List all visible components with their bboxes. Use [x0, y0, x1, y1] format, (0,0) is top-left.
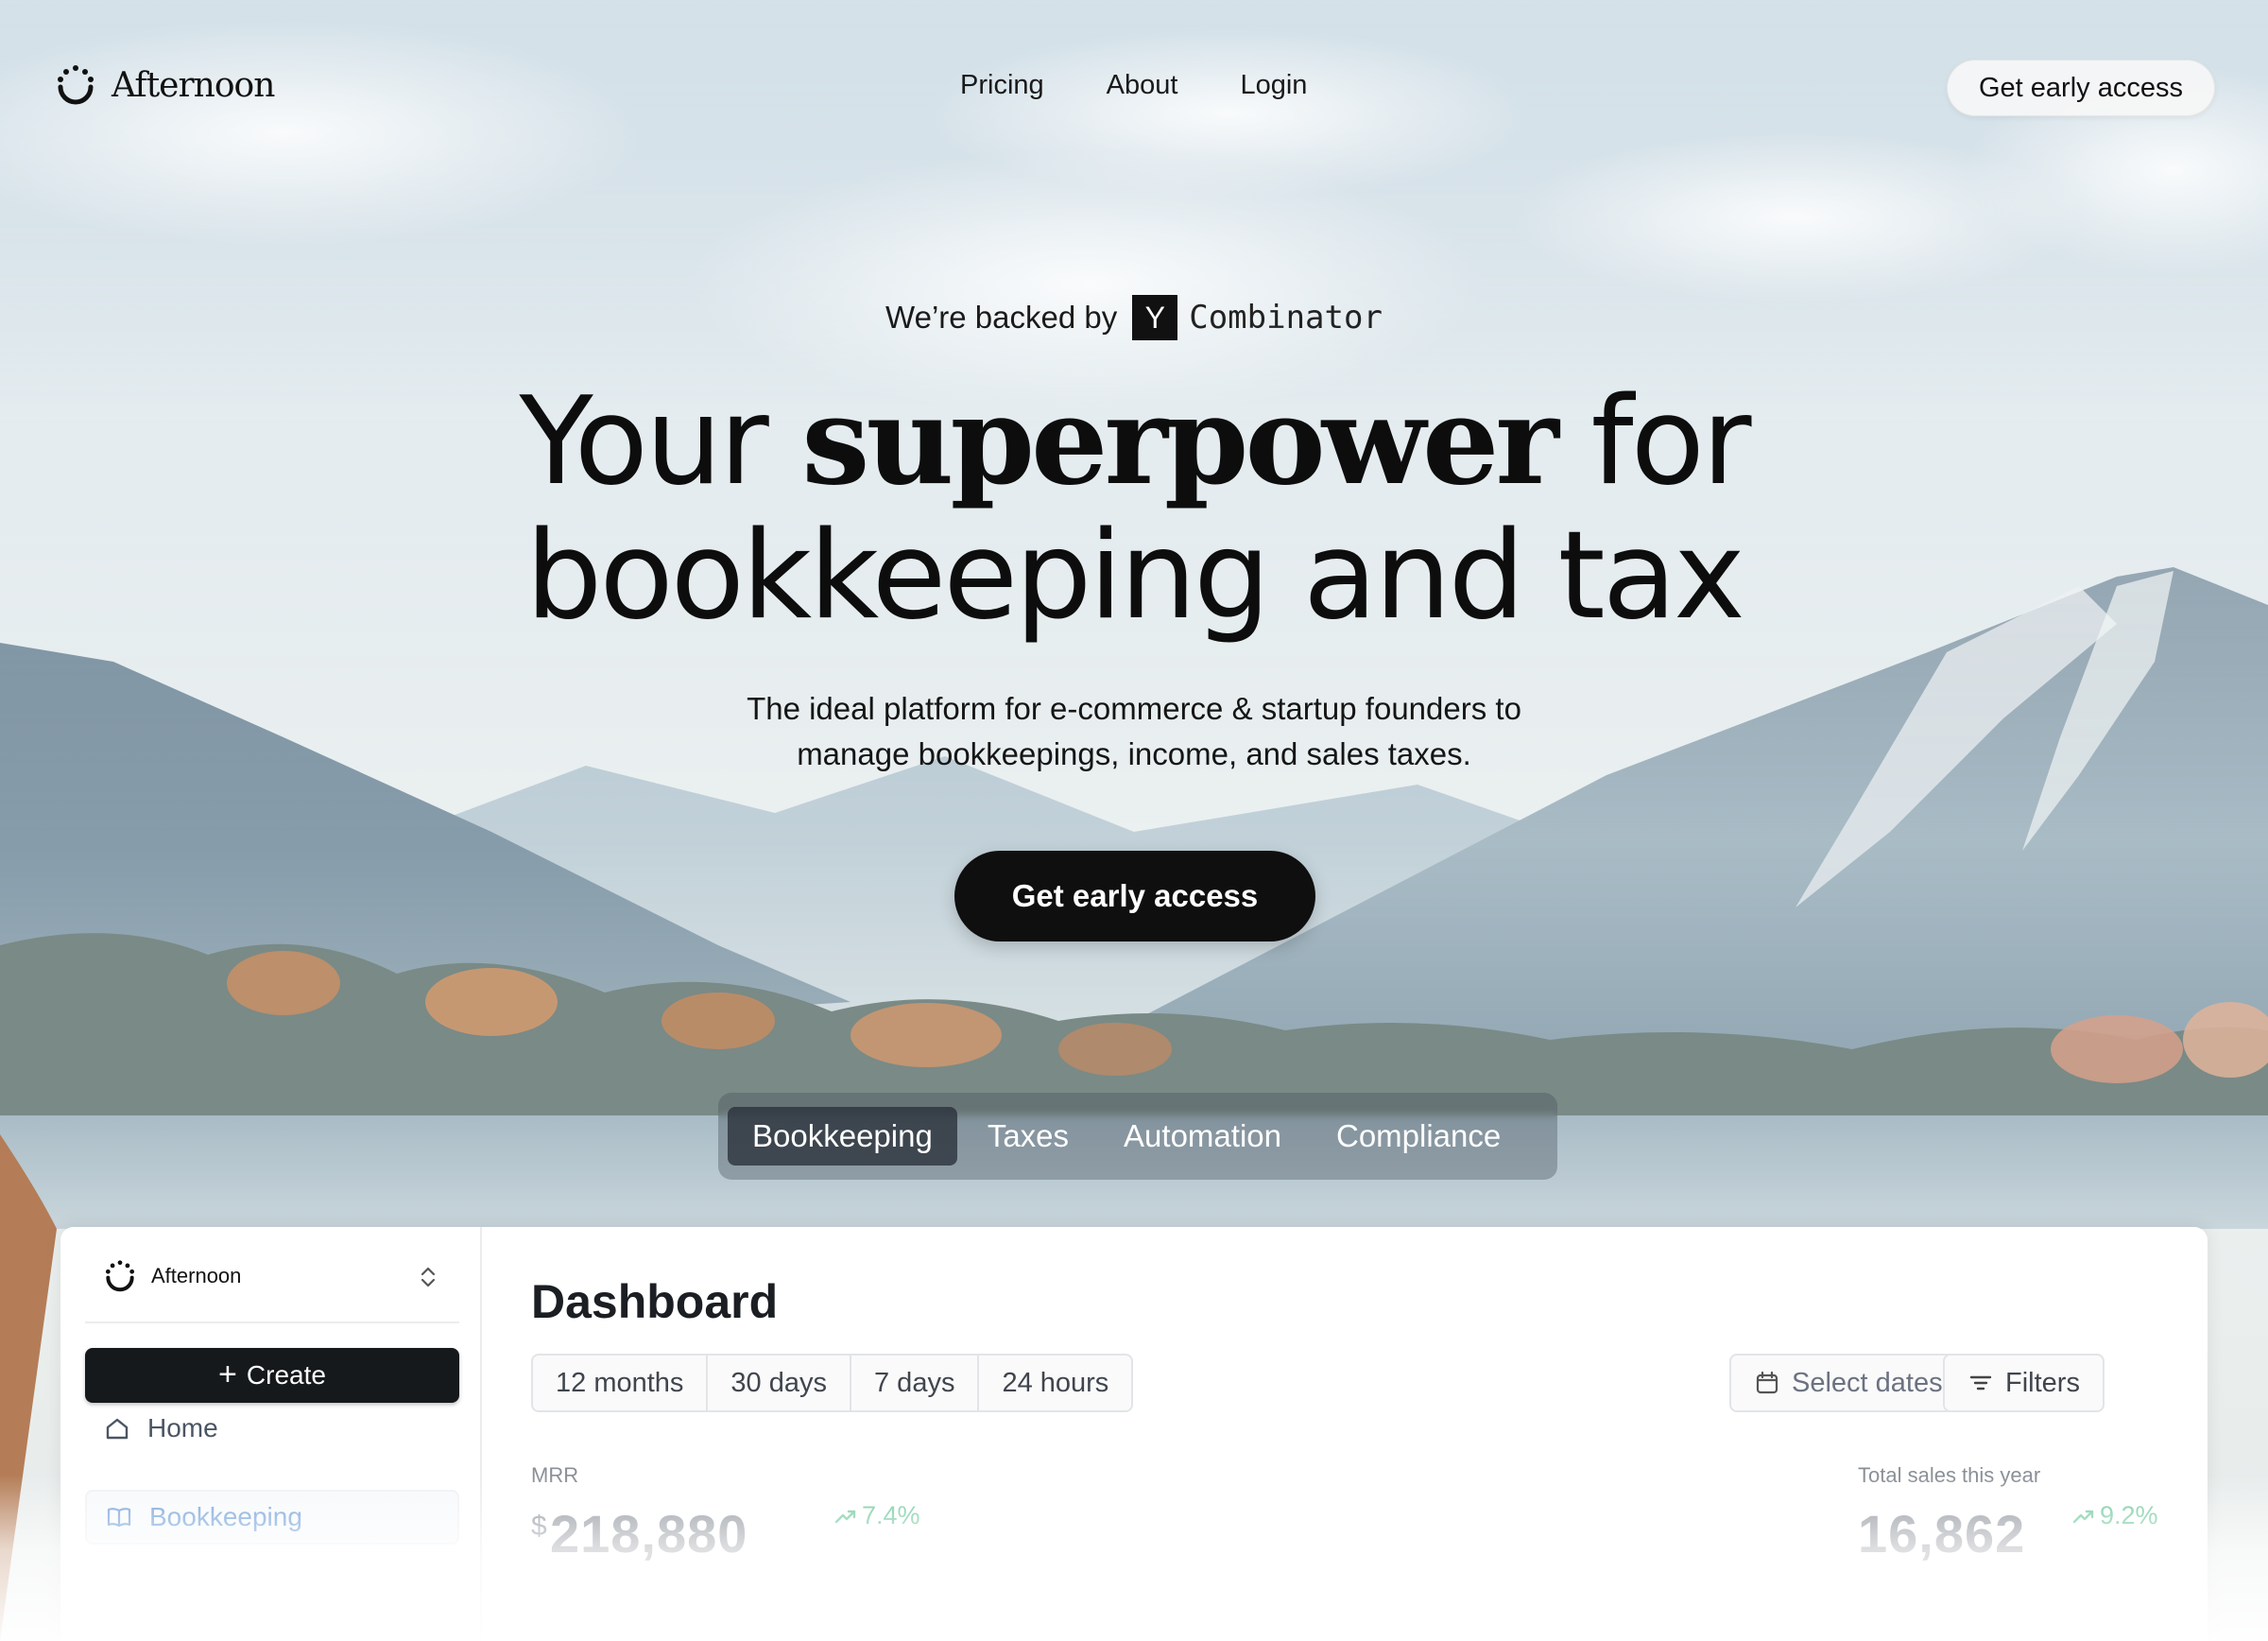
sidebar-item-home[interactable]: Home: [85, 1401, 459, 1456]
dashboard-sidebar: Afternoon + Create Home Bookkeeping: [60, 1227, 482, 1641]
total-sales-value: 16,862: [1858, 1504, 2026, 1563]
hero-subtitle: The ideal platform for e-commerce & star…: [567, 686, 1701, 777]
backed-by-badge: We’re backed by Y Combinator: [0, 295, 2268, 340]
sidebar-item-label: Home: [147, 1413, 218, 1442]
sidebar-divider: [85, 1321, 459, 1323]
mrr-delta: 7.4%: [833, 1501, 920, 1530]
total-sales-label: Total sales this year: [1858, 1463, 2041, 1487]
tab-bookkeeping[interactable]: Bookkeeping: [728, 1107, 957, 1166]
subtitle-line1: The ideal platform for e-commerce & star…: [747, 691, 1521, 726]
trend-up-icon: [834, 1510, 856, 1523]
tab-automation[interactable]: Automation: [1099, 1107, 1306, 1166]
range-12-months[interactable]: 12 months: [533, 1356, 709, 1410]
range-24-hours[interactable]: 24 hours: [979, 1356, 1131, 1410]
mrr-label: MRR: [531, 1463, 579, 1487]
create-button[interactable]: + Create: [85, 1348, 459, 1403]
header-get-early-access-button[interactable]: Get early access: [1947, 60, 2215, 116]
select-dates-label: Select dates: [1792, 1367, 1943, 1398]
hero-headline: Your superpower for bookkeeping and tax: [0, 374, 2268, 644]
logo-icon: [105, 1260, 135, 1292]
range-7-days[interactable]: 7 days: [851, 1356, 980, 1410]
nav-link-about[interactable]: About: [1107, 70, 1178, 101]
nav-link-login[interactable]: Login: [1240, 70, 1307, 101]
total-sales-delta-value: 9.2%: [2100, 1501, 2158, 1529]
dashboard-main: Dashboard 12 months 30 days 7 days 24 ho…: [482, 1227, 2208, 1641]
headline-line2: bookkeeping and tax: [525, 506, 1745, 647]
primary-nav: Pricing About Login: [960, 70, 1307, 101]
sidebar-item-label: Bookkeeping: [149, 1502, 302, 1531]
workspace-switcher[interactable]: Afternoon: [102, 1255, 438, 1297]
range-30-days[interactable]: 30 days: [708, 1356, 851, 1410]
headline-start: Your: [519, 371, 802, 512]
site-header: Afternoon Pricing About Login Get early …: [0, 0, 2268, 180]
select-dates-button[interactable]: Select dates: [1729, 1354, 1967, 1412]
brand-logo[interactable]: Afternoon: [53, 62, 275, 108]
hero-get-early-access-button[interactable]: Get early access: [954, 851, 1315, 941]
filter-icon: [1969, 1375, 1992, 1391]
time-range-selector: 12 months 30 days 7 days 24 hours: [531, 1354, 1134, 1412]
book-icon: [107, 1508, 131, 1528]
mrr-delta-value: 7.4%: [862, 1501, 920, 1529]
tab-taxes[interactable]: Taxes: [963, 1107, 1093, 1166]
y-combinator-logo: Y: [1132, 295, 1178, 340]
filters-label: Filters: [2005, 1367, 2080, 1398]
dashboard-title: Dashboard: [531, 1275, 779, 1328]
feature-tabs: Bookkeeping Taxes Automation Compliance: [718, 1093, 1557, 1180]
logo-icon: [58, 65, 94, 105]
tab-compliance[interactable]: Compliance: [1312, 1107, 1525, 1166]
mrr-currency: $: [531, 1511, 547, 1542]
mrr-value: 218,880: [550, 1504, 748, 1563]
backed-by-text: We’re backed by: [885, 300, 1118, 335]
nav-link-pricing[interactable]: Pricing: [960, 70, 1044, 101]
chevron-updown-icon: [421, 1267, 436, 1287]
trend-up-icon: [2072, 1510, 2094, 1523]
total-sales-delta: 9.2%: [2071, 1501, 2158, 1530]
calendar-icon: [1756, 1371, 1778, 1394]
brand-name: Afternoon: [112, 65, 275, 105]
headline-accent: superpower: [801, 371, 1558, 512]
sidebar-item-bookkeeping[interactable]: Bookkeeping: [85, 1490, 459, 1545]
home-icon: [106, 1418, 129, 1440]
y-combinator-name: Combinator: [1189, 299, 1383, 337]
plus-icon: +: [218, 1356, 237, 1392]
headline-line1-end: for: [1555, 371, 1752, 512]
subtitle-line2: manage bookkeepings, income, and sales t…: [797, 736, 1471, 771]
create-button-label: Create: [246, 1360, 326, 1390]
filters-button[interactable]: Filters: [1943, 1354, 2105, 1412]
dashboard-preview: Afternoon + Create Home Bookkeeping Dash…: [60, 1227, 2208, 1641]
workspace-name: Afternoon: [151, 1264, 242, 1287]
